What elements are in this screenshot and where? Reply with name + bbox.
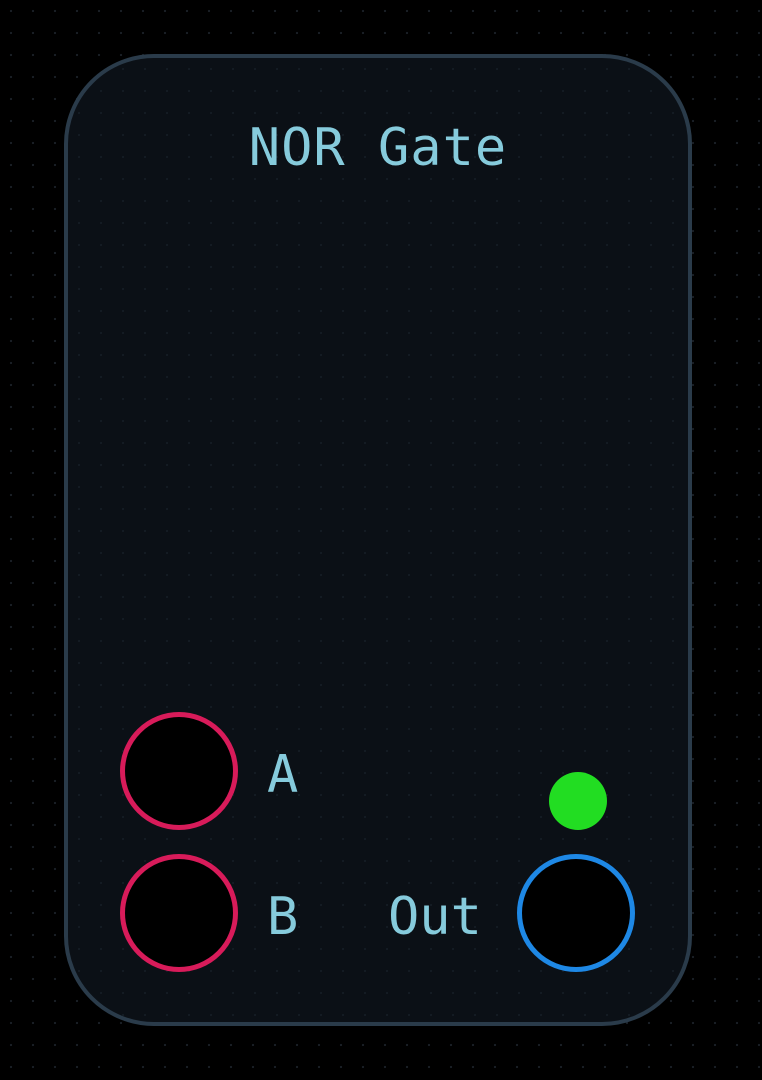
output-label: Out [388,887,482,947]
node-title: NOR Gate [248,118,508,178]
input-label-a: A [267,745,299,805]
output-port[interactable] [517,854,635,972]
input-port-b[interactable] [120,854,238,972]
nor-gate-node[interactable]: NOR Gate A B Out [64,54,692,1026]
status-led-icon [549,772,607,830]
input-label-b: B [267,887,299,947]
input-port-a[interactable] [120,712,238,830]
